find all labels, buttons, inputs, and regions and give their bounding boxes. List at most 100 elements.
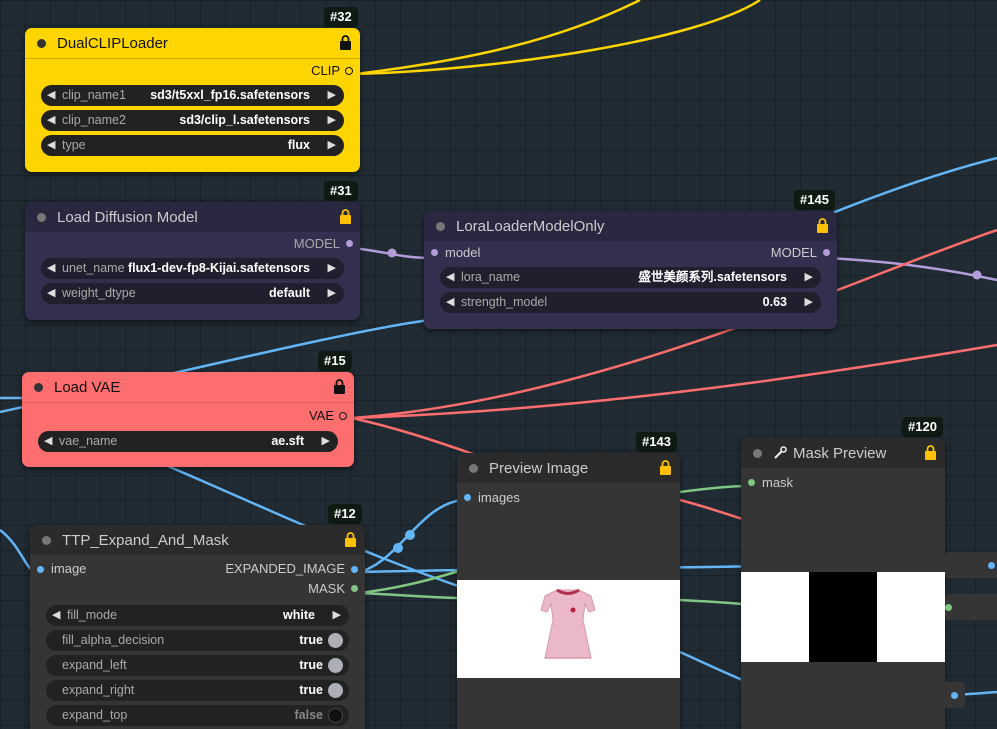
output-slot-model[interactable]: [823, 249, 830, 256]
arrow-left-icon[interactable]: ◀: [47, 135, 55, 156]
input-label-images: images: [478, 490, 520, 505]
widget-value: 盛世美颜系列.safetensors: [638, 270, 787, 284]
arrow-right-icon[interactable]: ▶: [328, 110, 336, 131]
arrow-right-icon[interactable]: ▶: [328, 85, 336, 106]
widget-clip-name2[interactable]: ◀ clip_name2 sd3/clip_l.safetensors ▶: [41, 110, 344, 131]
lock-icon[interactable]: [339, 35, 352, 50]
widget-value: white: [283, 608, 315, 622]
toggle-expand-left[interactable]: expand_left true: [46, 655, 349, 676]
widget-type[interactable]: ◀ type flux ▶: [41, 135, 344, 156]
node-title: Load Diffusion Model: [57, 208, 198, 226]
input-slot-mask[interactable]: [748, 479, 755, 486]
collapse-dot[interactable]: [753, 449, 762, 458]
widget-fill-mode[interactable]: ◀ fill_mode white ▶: [46, 605, 349, 626]
arrow-left-icon[interactable]: ◀: [47, 258, 55, 279]
toggle-switch[interactable]: [328, 683, 343, 698]
collapse-dot[interactable]: [37, 39, 46, 48]
arrow-right-icon[interactable]: ▶: [328, 258, 336, 279]
input-slot-images[interactable]: [464, 494, 471, 501]
node-dualcliploader[interactable]: DualCLIPLoader CLIP ◀ clip_name1 sd3/t5x…: [25, 28, 360, 172]
toggle-value: true: [299, 683, 323, 697]
arrow-right-icon[interactable]: ▶: [805, 292, 813, 313]
lock-icon[interactable]: [344, 532, 357, 547]
toggle-expand-top[interactable]: expand_top false: [46, 705, 349, 726]
partial-node-right[interactable]: [945, 682, 965, 708]
output-slot[interactable]: [988, 562, 995, 569]
input-slot-image[interactable]: [37, 566, 44, 573]
node-load-vae[interactable]: Load VAE VAE ◀ vae_name ae.sft ▶: [22, 372, 354, 467]
output-slot-vae[interactable]: [339, 412, 347, 420]
arrow-right-icon[interactable]: ▶: [322, 431, 330, 452]
widget-vae-name[interactable]: ◀ vae_name ae.sft ▶: [38, 431, 338, 452]
arrow-left-icon[interactable]: ◀: [44, 431, 52, 452]
node-title-bar[interactable]: Load Diffusion Model: [25, 202, 360, 232]
node-title-bar[interactable]: Load VAE: [22, 372, 354, 403]
arrow-right-icon[interactable]: ▶: [333, 605, 341, 626]
mask-region: [809, 572, 877, 662]
arrow-left-icon[interactable]: ◀: [52, 605, 60, 626]
toggle-switch[interactable]: [328, 658, 343, 673]
output-slot-model[interactable]: [346, 240, 353, 247]
toggle-value: true: [299, 633, 323, 647]
output-slot[interactable]: [951, 692, 958, 699]
partial-node-right[interactable]: [945, 594, 997, 620]
collapse-dot[interactable]: [37, 213, 46, 222]
arrow-left-icon[interactable]: ◀: [446, 292, 454, 313]
lock-icon[interactable]: [816, 218, 829, 233]
collapse-dot[interactable]: [42, 536, 51, 545]
widget-clip-name1[interactable]: ◀ clip_name1 sd3/t5xxl_fp16.safetensors …: [41, 85, 344, 106]
output-label-mask: MASK: [308, 581, 345, 596]
arrow-left-icon[interactable]: ◀: [47, 110, 55, 131]
toggle-switch[interactable]: [328, 633, 343, 648]
arrow-left-icon[interactable]: ◀: [47, 85, 55, 106]
widget-name: clip_name1: [62, 88, 126, 102]
output-slot-mask[interactable]: [351, 585, 358, 592]
collapse-dot[interactable]: [469, 464, 478, 473]
mask-preview-output: [741, 572, 945, 662]
node-title: LoraLoaderModelOnly: [456, 217, 605, 235]
node-title-bar[interactable]: TTP_Expand_And_Mask: [30, 525, 365, 555]
output-slot-clip[interactable]: [345, 67, 353, 75]
toggle-switch[interactable]: [328, 708, 343, 723]
output-label-vae: VAE: [308, 408, 334, 423]
node-title: Load VAE: [54, 378, 121, 396]
widget-value: ae.sft: [271, 434, 304, 448]
lock-icon[interactable]: [659, 460, 672, 475]
lock-icon[interactable]: [339, 209, 352, 224]
widget-lora-name[interactable]: ◀ lora_name 盛世美颜系列.safetensors ▶: [440, 267, 821, 288]
node-ttp-expand-and-mask[interactable]: TTP_Expand_And_Mask image EXPANDED_IMAGE…: [30, 525, 365, 729]
node-title-bar[interactable]: DualCLIPLoader: [25, 28, 360, 59]
collapse-dot[interactable]: [34, 383, 43, 392]
node-mask-preview[interactable]: Mask Preview mask: [741, 438, 945, 729]
arrow-left-icon[interactable]: ◀: [47, 283, 55, 304]
node-id-badge: #32: [324, 7, 358, 27]
partial-node-right[interactable]: [945, 552, 997, 578]
node-preview-image[interactable]: Preview Image images: [457, 453, 680, 729]
node-id-badge: #145: [794, 190, 835, 210]
widget-weight-dtype[interactable]: ◀ weight_dtype default ▶: [41, 283, 344, 304]
node-id-badge: #143: [636, 432, 677, 452]
arrow-right-icon[interactable]: ▶: [328, 135, 336, 156]
toggle-expand-right[interactable]: expand_right true: [46, 680, 349, 701]
arrow-right-icon[interactable]: ▶: [805, 267, 813, 288]
output-slot-expanded-image[interactable]: [351, 566, 358, 573]
lock-icon[interactable]: [924, 445, 937, 460]
lock-icon[interactable]: [333, 379, 346, 394]
widget-name: strength_model: [461, 295, 548, 309]
arrow-left-icon[interactable]: ◀: [446, 267, 454, 288]
node-lora-loader-model-only[interactable]: LoraLoaderModelOnly model MODEL ◀ lora_n…: [424, 211, 837, 329]
node-load-diffusion-model[interactable]: Load Diffusion Model MODEL ◀ unet_name f…: [25, 202, 360, 320]
widget-name: lora_name: [461, 270, 521, 284]
node-title-bar[interactable]: LoraLoaderModelOnly: [424, 211, 837, 241]
collapse-dot[interactable]: [436, 222, 445, 231]
arrow-right-icon[interactable]: ▶: [328, 283, 336, 304]
node-title-bar[interactable]: Preview Image: [457, 453, 680, 483]
input-slot[interactable]: [945, 604, 952, 611]
toggle-name: expand_left: [62, 658, 127, 672]
node-title-bar[interactable]: Mask Preview: [741, 438, 945, 468]
toggle-fill-alpha-decision[interactable]: fill_alpha_decision true: [46, 630, 349, 651]
wrench-icon: [774, 446, 787, 459]
input-slot-model[interactable]: [431, 249, 438, 256]
widget-unet-name[interactable]: ◀ unet_name flux1-dev-fp8-Kijai.safetens…: [41, 258, 344, 279]
widget-strength-model[interactable]: ◀ strength_model 0.63 ▶: [440, 292, 821, 313]
